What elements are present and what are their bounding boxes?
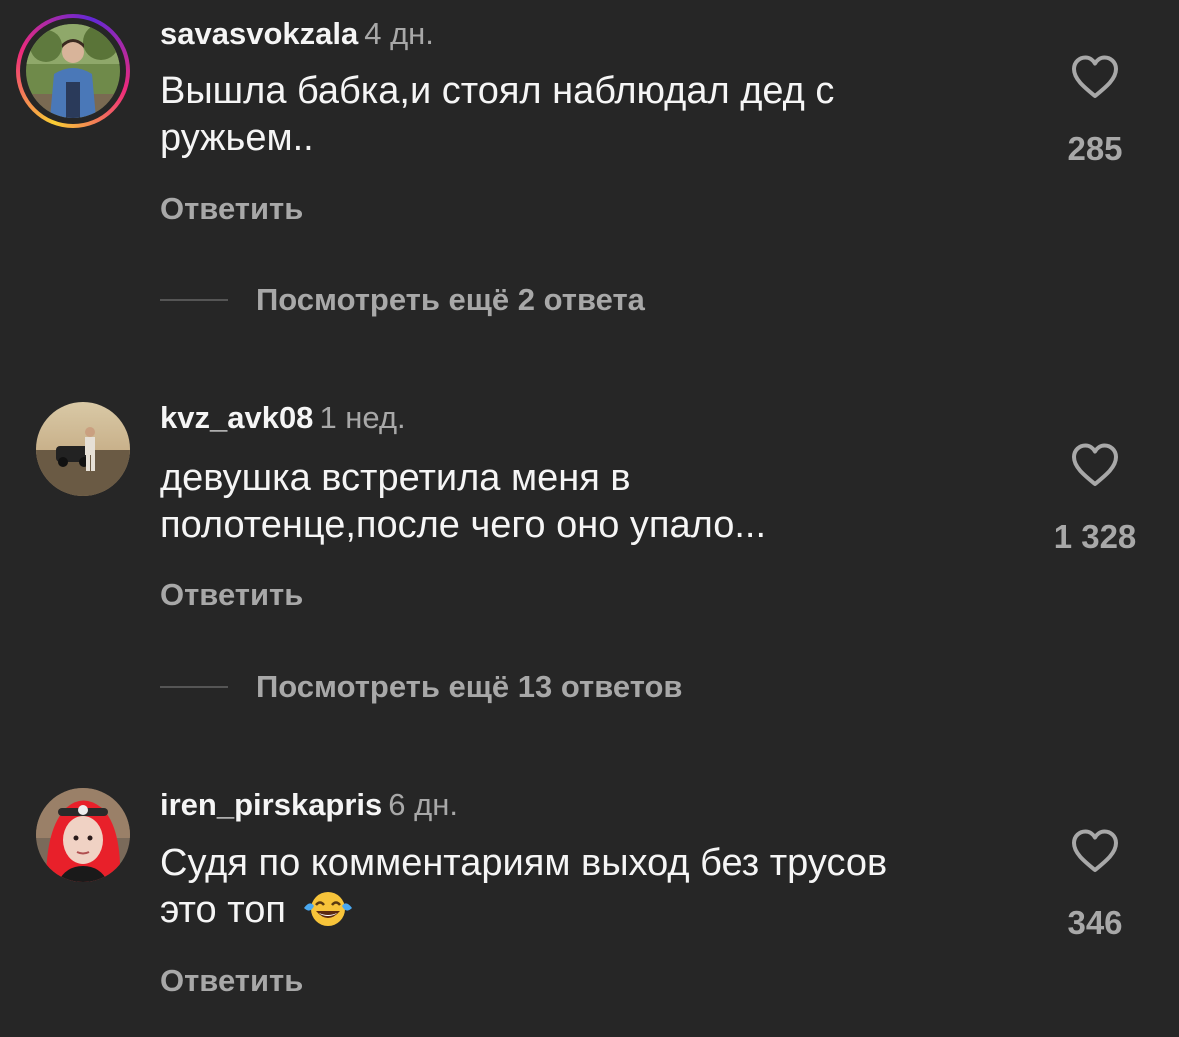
view-replies-button[interactable]: Посмотреть ещё 2 ответа [160, 280, 645, 320]
avatar[interactable] [26, 24, 120, 118]
comment-text-line: ружьем.. [160, 117, 314, 159]
comment-header: kvz_avk08 1 нед. [160, 399, 406, 437]
face-with-tears-of-joy-icon [302, 888, 354, 940]
like-count: 285 [1067, 130, 1123, 167]
username[interactable]: kvz_avk08 [160, 400, 313, 435]
comment-text: Судя по комментариям выход без трусов эт… [160, 840, 1040, 940]
divider-line [160, 299, 228, 301]
like-control: 1 328 [1040, 442, 1150, 556]
timestamp: 6 дн. [388, 787, 458, 822]
view-replies-label: Посмотреть ещё 13 ответов [256, 669, 683, 704]
reply-button[interactable]: Ответить [160, 190, 303, 228]
username[interactable]: savasvokzala [160, 16, 358, 51]
view-replies-label: Посмотреть ещё 2 ответа [256, 282, 645, 317]
comment-text-line: это топ [160, 889, 286, 931]
comment-text-line: Судя по комментариям выход без трусов [160, 842, 888, 884]
heart-outline-icon[interactable] [1070, 828, 1120, 874]
divider-line [160, 686, 228, 688]
comment-header: iren_pirskapris 6 дн. [160, 786, 458, 824]
like-control: 285 [1040, 54, 1150, 168]
comment-text-line: девушка встретила меня в [160, 457, 631, 499]
comment-text: Вышла бабка,и стоял наблюдал дед с ружье… [160, 68, 1040, 162]
heart-outline-icon[interactable] [1070, 54, 1120, 100]
username[interactable]: iren_pirskapris [160, 787, 382, 822]
comment-text-line-with-emoji: это топ [160, 887, 1040, 940]
like-count: 1 328 [1053, 518, 1137, 555]
comment-text-line: Вышла бабка,и стоял наблюдал дед с [160, 70, 835, 112]
story-ring[interactable] [16, 14, 130, 128]
comment-header: savasvokzala 4 дн. [160, 15, 434, 53]
reply-button[interactable]: Ответить [160, 962, 303, 1000]
heart-outline-icon[interactable] [1070, 442, 1120, 488]
reply-button[interactable]: Ответить [160, 576, 303, 614]
avatar[interactable] [36, 788, 130, 882]
timestamp: 1 нед. [319, 400, 406, 435]
view-replies-button[interactable]: Посмотреть ещё 13 ответов [160, 667, 682, 707]
avatar[interactable] [36, 402, 130, 496]
timestamp: 4 дн. [364, 16, 434, 51]
like-control: 346 [1040, 828, 1150, 942]
like-count: 346 [1067, 904, 1123, 941]
comment-text: девушка встретила меня в полотенце,после… [160, 455, 1040, 549]
comment-text-line: полотенце,после чего оно упало... [160, 504, 767, 546]
